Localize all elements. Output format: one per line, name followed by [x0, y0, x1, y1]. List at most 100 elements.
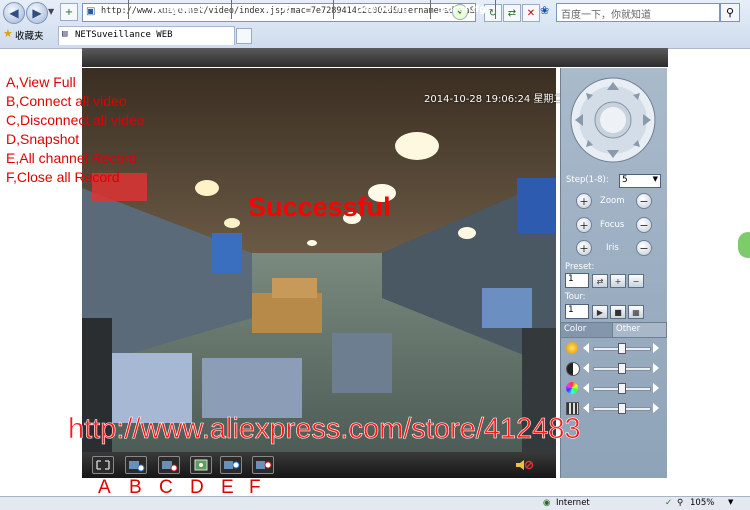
hue-slider-knob[interactable]: [618, 403, 626, 414]
menu-playback[interactable]: Playback: [128, 0, 232, 19]
browser-tab[interactable]: ▤ NETSuveillance WEB: [58, 26, 235, 45]
legend-view-full: A,View Full: [6, 74, 76, 90]
new-page-icon[interactable]: +: [60, 3, 78, 21]
connect-icon: [129, 461, 145, 472]
side-panel-handle[interactable]: [738, 232, 750, 258]
iris-label: Iris: [606, 243, 619, 253]
preset-input[interactable]: 1: [565, 273, 589, 288]
legend-record-all: E,All channel Record: [6, 150, 137, 166]
zoom-glass-icon: ⚲: [677, 498, 684, 508]
tab-other[interactable]: Other: [612, 322, 667, 338]
ptz-joystick[interactable]: [569, 76, 657, 167]
search-placeholder: 百度一下，你就知道: [561, 10, 651, 21]
forward-icon[interactable]: ▶: [26, 2, 48, 24]
fullscreen-icon: [96, 460, 110, 470]
tab-title: NETSuveillance WEB: [75, 30, 173, 40]
tab-page-icon: ▤: [62, 29, 68, 39]
stop-icon[interactable]: ✕: [522, 4, 540, 22]
tour-label: Tour:: [565, 292, 586, 302]
contrast-icon: [566, 362, 580, 376]
tour-start-button[interactable]: ▶: [592, 305, 608, 319]
new-tab-button[interactable]: [236, 28, 252, 44]
tab-other-label: Other: [616, 324, 641, 334]
volume-mute-icon[interactable]: [514, 458, 534, 475]
menu-devicecfg[interactable]: DeviceCfg: [334, 0, 431, 19]
tab-color-label: Color: [564, 324, 587, 334]
tour-stop-button[interactable]: ■: [610, 305, 626, 319]
video-toolbar: [82, 452, 556, 478]
legend-connect-all: B,Connect all video: [6, 93, 127, 109]
zone-label: Internet: [556, 498, 590, 508]
snapshot-icon: [194, 459, 208, 471]
brightness-slider-knob[interactable]: [618, 343, 626, 354]
step-select[interactable]: 5 ▼: [619, 174, 661, 188]
zoom-level[interactable]: 105%: [690, 498, 714, 508]
contrast-slider-knob[interactable]: [618, 363, 626, 374]
step-label: Step(1-8):: [566, 175, 609, 185]
hue-decrease-icon[interactable]: [583, 403, 589, 413]
tour-value: 1: [568, 305, 574, 315]
hue-increase-icon[interactable]: [653, 403, 659, 413]
preset-label: Preset:: [565, 262, 595, 272]
contrast-decrease-icon[interactable]: [583, 363, 589, 373]
focus-far-button[interactable]: −: [636, 217, 652, 233]
legend-close-record: F,Close all Record: [6, 169, 120, 185]
saturation-decrease-icon[interactable]: [583, 383, 589, 393]
favorites-label[interactable]: 收藏夹: [15, 28, 44, 42]
app-menu-bar: [82, 48, 668, 67]
brightness-icon: [566, 342, 578, 354]
brightness-increase-icon[interactable]: [653, 343, 659, 353]
video-timestamp: 2014-10-28 19:06:24 星期二: [424, 94, 564, 105]
snapshot-button[interactable]: [190, 456, 212, 474]
zoom-in-button[interactable]: +: [576, 193, 592, 209]
record-all-button[interactable]: [220, 456, 242, 474]
page-icon: ▣: [86, 6, 96, 17]
focus-near-button[interactable]: +: [576, 217, 592, 233]
tour-grid-icon[interactable]: ▦: [628, 305, 644, 319]
legend-disconnect-all: C,Disconnect all video: [6, 112, 145, 128]
search-icon[interactable]: ⚲: [720, 3, 740, 22]
zoom-out-button[interactable]: −: [636, 193, 652, 209]
store-watermark: http://www.aliexpress.com/store/412483: [68, 413, 581, 446]
go-icon[interactable]: ⇄: [503, 4, 521, 22]
contrast-increase-icon[interactable]: [653, 363, 659, 373]
step-value: 5: [622, 175, 628, 185]
preset-remove-button[interactable]: −: [628, 274, 644, 288]
camera-feed-image: [82, 68, 556, 452]
baidu-icon: ❀: [540, 4, 550, 17]
video-player[interactable]: [82, 68, 556, 452]
iris-open-button[interactable]: +: [576, 240, 592, 256]
ptz-direction-icon: [570, 77, 656, 163]
back-icon[interactable]: ◀: [3, 2, 25, 24]
disconnect-icon: [162, 461, 178, 472]
browser-status-bar: ◉ Internet ✓ ⚲ 105% ▼: [0, 496, 750, 510]
tab-color[interactable]: Color: [560, 322, 614, 338]
chevron-down-icon: ▼: [652, 175, 658, 183]
search-input[interactable]: 百度一下，你就知道: [556, 3, 720, 22]
zoom-label: Zoom: [600, 196, 625, 206]
legend-snapshot: D,Snapshot: [6, 131, 80, 147]
status-message: Successful: [248, 192, 391, 222]
menu-log[interactable]: Log: [231, 0, 334, 19]
preset-value: 1: [568, 274, 574, 284]
feature-legend: A,View Full B,Connect all video C,Discon…: [6, 73, 145, 187]
saturation-increase-icon[interactable]: [653, 383, 659, 393]
record-icon: [224, 461, 240, 469]
zoom-dropdown-icon[interactable]: ▼: [728, 498, 733, 506]
favorites-star-icon[interactable]: ★: [3, 27, 13, 40]
tour-input[interactable]: 1: [565, 304, 589, 319]
menu-localcfg[interactable]: LocalCfg: [431, 0, 496, 19]
connect-all-button[interactable]: [125, 456, 147, 474]
view-full-button[interactable]: [92, 456, 114, 474]
iris-close-button[interactable]: −: [636, 240, 652, 256]
brightness-decrease-icon[interactable]: [583, 343, 589, 353]
close-all-record-button[interactable]: [252, 456, 274, 474]
history-dropdown-icon[interactable]: ▼: [48, 7, 54, 16]
globe-icon: ◉: [543, 498, 551, 508]
preset-add-button[interactable]: +: [610, 274, 626, 288]
saturation-icon: [566, 382, 578, 394]
disconnect-all-button[interactable]: [158, 456, 180, 474]
preset-goto-button[interactable]: ⇄: [592, 274, 608, 288]
focus-label: Focus: [600, 220, 625, 230]
saturation-slider-knob[interactable]: [618, 383, 626, 394]
